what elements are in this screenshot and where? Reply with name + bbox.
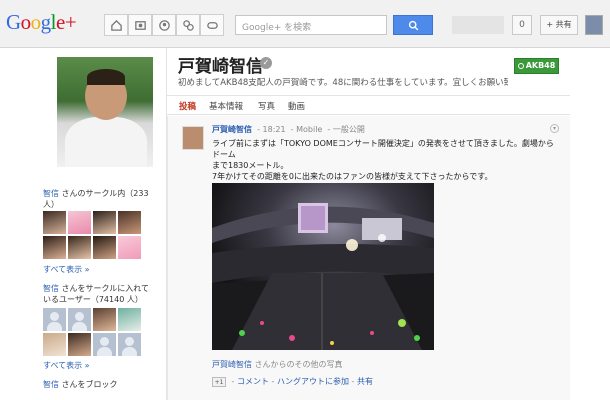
search-input[interactable]: Google+ を検索 <box>235 15 387 35</box>
more-photos-name[interactable]: 戸賀崎智信 <box>212 360 252 369</box>
circle-member-thumb[interactable] <box>68 236 91 259</box>
circle-member-thumb[interactable] <box>43 236 66 259</box>
show-all-followers-link[interactable]: すべて表示 » <box>43 360 90 371</box>
circles-thumbnail-grid <box>43 211 141 259</box>
tab-about[interactable]: 基本情報 <box>209 100 243 112</box>
logo-letter: o <box>30 10 42 34</box>
verified-check-icon: ✓ <box>260 57 272 69</box>
top-bar: Google+ Google+ を検索 0 + 共有 <box>0 0 610 48</box>
post-author-name[interactable]: 戸賀崎智信 <box>212 125 252 134</box>
circles-icon[interactable] <box>176 14 200 36</box>
logo-letter: o <box>20 10 32 34</box>
tab-posts[interactable]: 投稿 <box>179 100 196 112</box>
post-source: Mobile <box>296 125 323 134</box>
circle-member-thumb[interactable] <box>43 211 66 234</box>
post-concert-photo[interactable] <box>212 183 434 350</box>
block-user-text[interactable]: さんをブロック <box>59 380 118 389</box>
post-actions: +1 - コメント - ハングアウトに参加 - 共有 <box>212 376 373 387</box>
post-body-line: 7年かけてその距離を0に出来たのはファンの皆様が支えて下さったからです。 <box>212 172 493 181</box>
profile-tabs: 投稿 基本情報 写真 動画 <box>167 95 570 115</box>
circle-member-thumb[interactable] <box>93 211 116 234</box>
post-visibility[interactable]: 一般公開 <box>333 125 365 134</box>
logo-letter: G <box>6 10 21 34</box>
more-photos-link[interactable]: 戸賀崎智信 さんからのその他の写真 <box>212 359 343 370</box>
badge-label: AKB48 <box>525 61 556 70</box>
circle-member-thumb[interactable] <box>93 236 116 259</box>
follower-thumb[interactable] <box>93 308 116 331</box>
follower-thumb[interactable] <box>93 333 116 356</box>
in-circles-heading: 智信 さんをサークルに入れているユーザー（74140 人） <box>43 283 153 305</box>
profile-name: 戸賀崎智信 <box>178 57 263 77</box>
join-hangout-link[interactable]: ハングアウトに参加 <box>277 377 349 386</box>
profile-tagline: 初めましてAKB48支配人の戸賀崎です。48に関わる仕事をしています。宜しくお願… <box>178 78 508 88</box>
share-link[interactable]: 共有 <box>357 377 373 386</box>
circles-heading-text: さんのサークル内（233 人） <box>43 189 149 209</box>
tab-photos[interactable]: 写真 <box>258 100 275 112</box>
user-name-field[interactable] <box>452 16 504 34</box>
badge-circle-icon <box>517 62 524 69</box>
post-time[interactable]: 18:21 <box>263 125 286 134</box>
block-user-name[interactable]: 智信 <box>43 380 59 389</box>
follower-thumb[interactable] <box>68 333 91 356</box>
block-user-link[interactable]: 智信 さんをブロック <box>43 379 118 390</box>
logo-letter: e <box>56 10 65 34</box>
comment-link[interactable]: コメント <box>237 377 269 386</box>
account-avatar[interactable] <box>585 15 603 35</box>
logo-letter: + <box>64 10 77 34</box>
photos-icon[interactable] <box>128 14 152 36</box>
search-button[interactable] <box>393 15 433 35</box>
home-icon[interactable] <box>104 14 128 36</box>
follower-thumb[interactable] <box>118 333 141 356</box>
logo-letter: g <box>40 10 52 34</box>
post-body-line: ライブ前にまずは「TOKYO DOMEコンサート開催決定」の発表をさせて頂きまし… <box>212 139 554 159</box>
concert-photo-image <box>212 183 434 350</box>
show-all-circles-link[interactable]: すべて表示 » <box>43 264 90 275</box>
follower-thumb[interactable] <box>43 308 66 331</box>
in-circles-heading-text: さんをサークルに入れているユーザー（74140 人） <box>43 284 150 304</box>
more-photos-text: さんからのその他の写真 <box>252 360 343 369</box>
akb48-page-badge[interactable]: AKB48 <box>514 58 559 74</box>
profile-photo[interactable] <box>57 57 153 167</box>
nav-icon-row <box>104 14 224 36</box>
circle-member-thumb[interactable] <box>68 211 91 234</box>
circle-member-thumb[interactable] <box>118 211 141 234</box>
post-body-line: まで1830メートル。 <box>212 161 289 170</box>
circles-heading: 智信 さんのサークル内（233 人） <box>43 188 153 210</box>
follower-thumb[interactable] <box>43 333 66 356</box>
in-circles-heading-name[interactable]: 智信 <box>43 284 59 293</box>
share-button[interactable]: + 共有 <box>540 15 578 35</box>
follower-thumb[interactable] <box>118 308 141 331</box>
post-menu-chevron-icon[interactable]: ▾ <box>550 124 559 133</box>
google-plus-profile-page: Google+ Google+ を検索 0 + 共有 智信 さんのサークル内（2… <box>0 0 610 400</box>
circles-heading-name[interactable]: 智信 <box>43 189 59 198</box>
tab-videos[interactable]: 動画 <box>288 100 305 112</box>
post-meta: 戸賀崎智信 - 18:21 - Mobile - 一般公開 <box>212 125 365 134</box>
games-icon[interactable] <box>200 14 224 36</box>
in-circles-thumbnail-grid <box>43 308 141 356</box>
google-plus-logo[interactable]: Google+ <box>6 10 77 35</box>
notification-count-button[interactable]: 0 <box>512 15 532 35</box>
post-author-avatar[interactable] <box>182 126 204 150</box>
search-icon <box>408 20 418 30</box>
profile-icon[interactable] <box>152 14 176 36</box>
follower-thumb[interactable] <box>68 308 91 331</box>
plus-one-button[interactable]: +1 <box>212 376 226 387</box>
circle-member-thumb[interactable] <box>118 236 141 259</box>
